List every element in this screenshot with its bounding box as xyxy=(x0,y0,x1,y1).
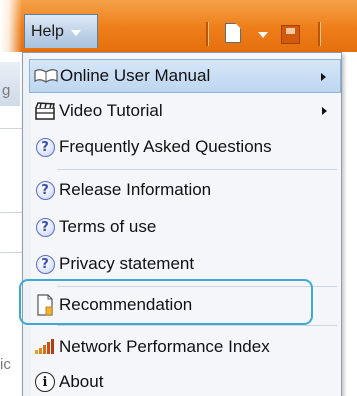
new-document-dropdown-icon[interactable] xyxy=(258,32,268,38)
menu-item-recommendation[interactable]: Recommendation xyxy=(29,288,341,322)
app-window: Help g ic Online User Manual Video Tutor… xyxy=(0,0,357,396)
menu-separator xyxy=(57,169,337,170)
question-icon: ? xyxy=(33,179,57,201)
question-glyph: ? xyxy=(35,137,55,157)
book-icon xyxy=(34,65,58,87)
menu-item-label: Network Performance Index xyxy=(59,337,270,356)
menu-item-privacy-statement[interactable]: ? Privacy statement xyxy=(29,247,341,281)
question-glyph: ? xyxy=(35,254,55,274)
menu-item-network-performance-index[interactable]: Network Performance Index xyxy=(29,330,341,364)
toolbar-divider xyxy=(318,22,321,46)
question-icon: ? xyxy=(33,216,57,238)
menu-item-about[interactable]: i About xyxy=(29,365,341,396)
background-divider xyxy=(0,252,22,253)
save-icon[interactable] xyxy=(281,25,300,44)
info-glyph: i xyxy=(35,372,55,392)
menu-item-label: About xyxy=(59,372,104,391)
background-text: g xyxy=(2,82,11,99)
help-menu-label: Help xyxy=(31,22,64,40)
info-icon: i xyxy=(33,371,57,393)
menu-item-video-tutorial[interactable]: Video Tutorial xyxy=(29,94,341,128)
menu-item-label: Recommendation xyxy=(59,295,193,314)
menu-separator xyxy=(57,286,337,287)
new-document-icon[interactable] xyxy=(225,23,241,43)
background-divider xyxy=(0,128,22,129)
menu-item-label: Frequently Asked Questions xyxy=(59,137,272,156)
document-icon xyxy=(33,294,57,316)
toolbar-edge xyxy=(0,0,22,52)
menu-item-label: Terms of use xyxy=(59,217,157,236)
menu-item-label: Release Information xyxy=(59,180,212,199)
toolbar-divider xyxy=(206,22,209,46)
question-icon: ? xyxy=(33,253,57,275)
toolbar: Help xyxy=(0,0,357,52)
question-icon: ? xyxy=(33,136,57,158)
menu-item-online-user-manual[interactable]: Online User Manual xyxy=(29,59,341,93)
menu-item-terms-of-use[interactable]: ? Terms of use xyxy=(29,210,341,244)
submenu-arrow-icon xyxy=(322,107,327,115)
menu-item-faq[interactable]: ? Frequently Asked Questions xyxy=(29,130,341,164)
question-glyph: ? xyxy=(35,180,55,200)
film-icon xyxy=(33,100,57,122)
background-text: ic xyxy=(0,356,11,373)
submenu-arrow-icon xyxy=(321,73,326,81)
signal-bars-icon xyxy=(33,336,57,358)
menu-separator xyxy=(57,325,337,326)
background-divider xyxy=(0,212,22,213)
menu-item-label: Video Tutorial xyxy=(59,101,163,120)
help-menu-button[interactable]: Help xyxy=(24,14,98,48)
menu-item-release-information[interactable]: ? Release Information xyxy=(29,173,341,207)
menu-item-label: Online User Manual xyxy=(60,66,211,85)
chevron-down-icon xyxy=(70,29,81,36)
menu-item-label: Privacy statement xyxy=(59,254,195,273)
help-dropdown-menu: Online User Manual Video Tutorial ? Freq… xyxy=(19,52,342,396)
question-glyph: ? xyxy=(35,217,55,237)
